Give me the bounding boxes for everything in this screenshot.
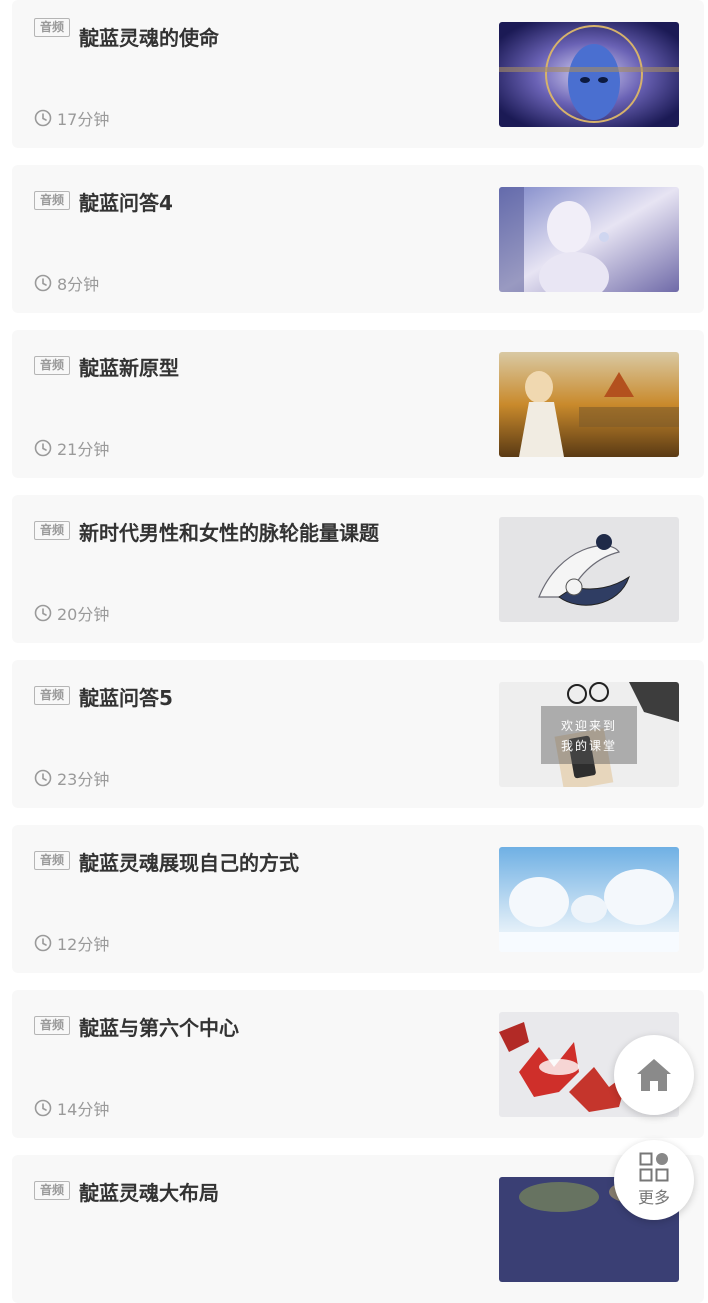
list-item[interactable]: 音频 靛蓝问答4 8分钟 xyxy=(12,165,704,313)
koi-yin-yang-illustration xyxy=(499,517,679,622)
item-title: 靛蓝问答5 xyxy=(79,686,173,710)
ethereal-woman-illustration xyxy=(499,187,679,292)
blue-face-illustration xyxy=(499,22,679,127)
clock-icon xyxy=(34,769,52,787)
thumbnail-image[interactable]: 欢迎来到 我的课堂 xyxy=(499,682,679,787)
item-title: 靛蓝问答4 xyxy=(79,191,173,215)
audio-tag: 音频 xyxy=(34,191,70,210)
duration-text: 12分钟 xyxy=(57,935,110,954)
audio-tag: 音频 xyxy=(34,18,70,37)
list-item[interactable]: 音频 靛蓝与第六个中心 14分钟 xyxy=(12,990,704,1138)
clock-icon xyxy=(34,934,52,952)
clock-icon xyxy=(34,274,52,292)
item-duration: 8分钟 xyxy=(34,271,99,295)
duration-text: 21分钟 xyxy=(57,440,110,459)
list-item[interactable]: 音频 新时代男性和女性的脉轮能量课题 20分钟 xyxy=(12,495,704,643)
audio-tag: 音频 xyxy=(34,686,70,705)
list-item[interactable]: 音频 靛蓝新原型 21分钟 xyxy=(12,330,704,478)
snowy-trees-photo xyxy=(499,847,679,952)
thumbnail-image[interactable] xyxy=(499,22,679,127)
list-item[interactable]: 音频 靛蓝灵魂的使命 17分钟 xyxy=(12,0,704,148)
item-title: 靛蓝新原型 xyxy=(79,356,179,380)
thumbnail-image[interactable] xyxy=(499,352,679,457)
thumbnail-image[interactable] xyxy=(499,517,679,622)
item-title: 靛蓝与第六个中心 xyxy=(79,1016,239,1040)
clock-icon xyxy=(34,1099,52,1117)
item-duration: 12分钟 xyxy=(34,931,109,955)
audio-tag: 音频 xyxy=(34,1016,70,1035)
item-duration: 17分钟 xyxy=(34,106,109,130)
duration-text: 20分钟 xyxy=(57,605,110,624)
list-item[interactable]: 音频 靛蓝问答5 23分钟 欢迎来到 我的课堂 xyxy=(12,660,704,808)
audio-tag: 音频 xyxy=(34,521,70,540)
audio-tag: 音频 xyxy=(34,356,70,375)
item-duration: 14分钟 xyxy=(34,1096,109,1120)
thumb-text-line-1: 欢迎来到 xyxy=(561,718,617,733)
item-title: 靛蓝灵魂大布局 xyxy=(79,1181,219,1205)
thumb-text-line-2: 我的课堂 xyxy=(561,738,617,753)
list-item[interactable]: 音频 靛蓝灵魂大布局 xyxy=(12,1155,704,1303)
item-title: 靛蓝灵魂的使命 xyxy=(79,26,219,50)
autumn-girl-illustration xyxy=(499,352,679,457)
thumbnail-image[interactable] xyxy=(499,847,679,952)
grid-icon xyxy=(639,1152,669,1182)
list-item[interactable]: 音频 靛蓝灵魂展现自己的方式 12分钟 xyxy=(12,825,704,973)
clock-icon xyxy=(34,439,52,457)
duration-text: 14分钟 xyxy=(57,1100,110,1119)
item-duration: 21分钟 xyxy=(34,436,109,460)
duration-text: 23分钟 xyxy=(57,770,110,789)
more-label: 更多 xyxy=(637,1188,670,1207)
item-duration: 23分钟 xyxy=(34,766,109,790)
more-button[interactable]: 更多 xyxy=(614,1140,694,1220)
thumbnail-image[interactable] xyxy=(499,187,679,292)
home-button[interactable] xyxy=(614,1035,694,1115)
home-icon xyxy=(637,1059,671,1091)
audio-tag: 音频 xyxy=(34,1181,70,1200)
clock-icon xyxy=(34,109,52,127)
classroom-desk-photo: 欢迎来到 我的课堂 xyxy=(499,682,679,787)
duration-text: 17分钟 xyxy=(57,110,110,129)
duration-text: 8分钟 xyxy=(57,275,100,294)
audio-tag: 音频 xyxy=(34,851,70,870)
item-title: 靛蓝灵魂展现自己的方式 xyxy=(79,851,299,875)
clock-icon xyxy=(34,604,52,622)
item-title: 新时代男性和女性的脉轮能量课题 xyxy=(79,521,379,545)
item-duration: 20分钟 xyxy=(34,601,109,625)
